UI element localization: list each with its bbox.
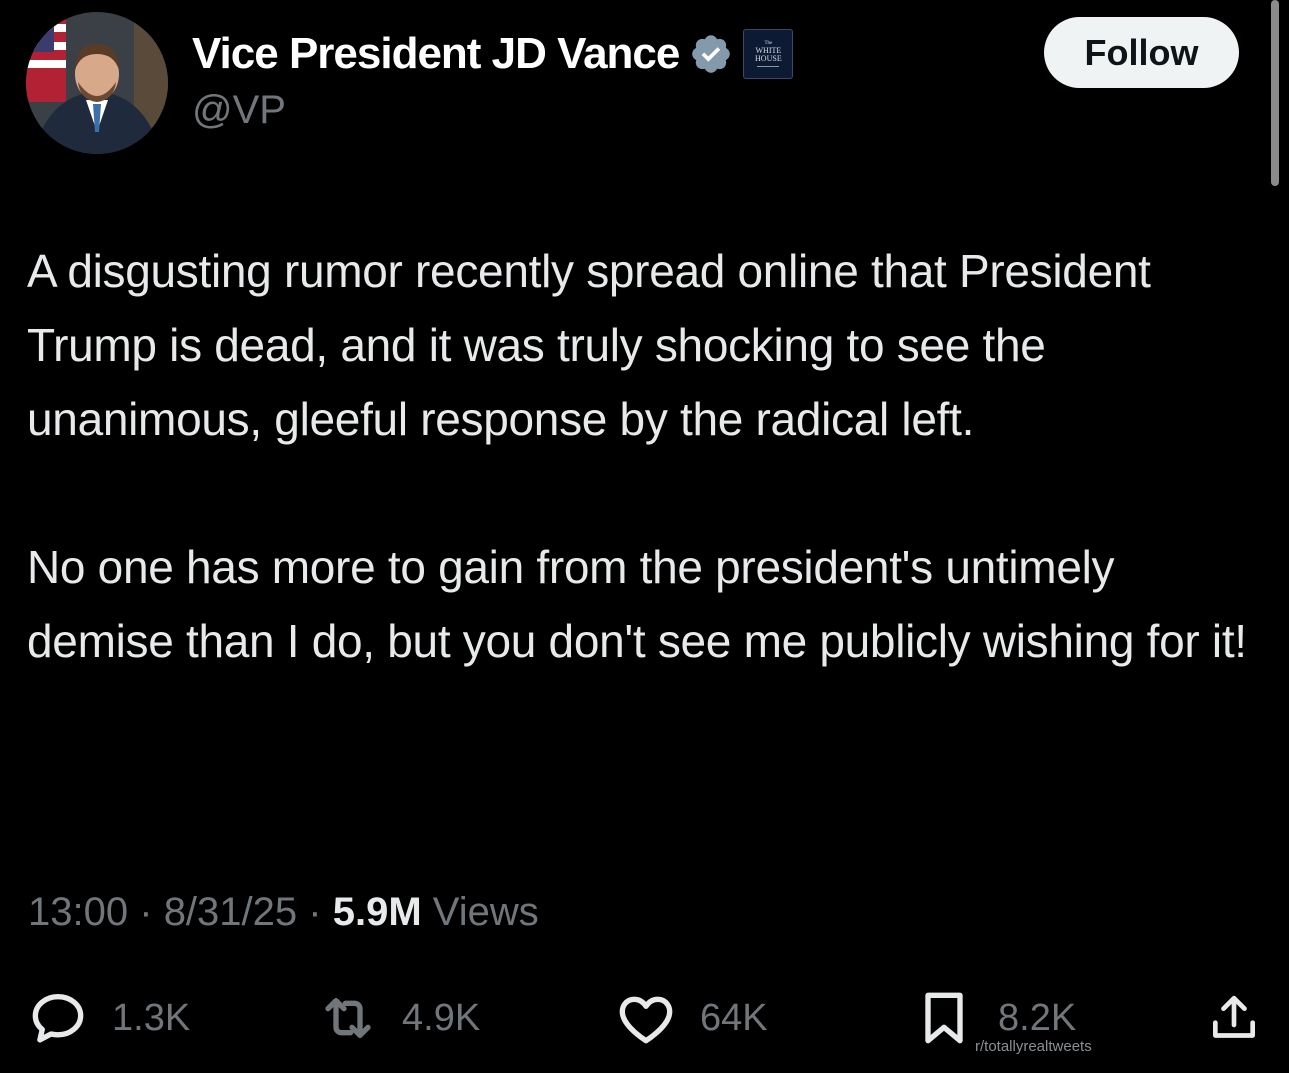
views-label: Views [432, 890, 539, 934]
avatar[interactable] [26, 12, 168, 154]
like-button[interactable]: 64K [614, 986, 768, 1050]
scrollbar[interactable] [1271, 0, 1279, 186]
heart-icon [619, 996, 673, 1044]
white-house-affiliate-badge[interactable]: The WHITE HOUSE [743, 29, 794, 79]
tweet-meta: 13:00 · 8/31/25 · 5.9M Views [28, 890, 539, 935]
follow-button[interactable]: Follow [1044, 17, 1239, 88]
reply-count: 1.3K [112, 996, 191, 1039]
repost-count: 4.9K [402, 996, 481, 1039]
watermark: r/totallyrealtweets [975, 1038, 1092, 1055]
tweet-paragraph: No one has more to gain from the preside… [27, 541, 1247, 667]
author-name-row: Vice President JD Vance The WHITE HOUSE [192, 28, 794, 80]
repost-arrows-icon [325, 998, 371, 1038]
author-display-name[interactable]: Vice President JD Vance [192, 29, 680, 79]
share-upload-icon [1213, 995, 1255, 1038]
affiliate-badge-line3: HOUSE [755, 54, 782, 63]
author-handle[interactable]: @VP [192, 88, 286, 133]
repost-button[interactable]: 4.9K [316, 986, 480, 1050]
meta-separator: · [308, 890, 322, 934]
speech-bubble-icon [32, 994, 84, 1043]
like-count: 64K [700, 996, 768, 1039]
share-button[interactable] [1206, 986, 1262, 1050]
affiliate-badge-rule [757, 66, 780, 67]
bookmark-icon [925, 992, 963, 1044]
reply-button[interactable]: 1.3K [26, 986, 190, 1050]
views-count: 5.9M [332, 890, 422, 934]
tweet-time[interactable]: 13:00 [28, 890, 128, 934]
bookmark-count: 8.2K [998, 996, 1077, 1039]
action-bar: 1.3K 4.9K 64K 8.2K [0, 986, 1289, 1056]
tweet-text: A disgusting rumor recently spread onlin… [27, 234, 1267, 678]
tweet-paragraph: A disgusting rumor recently spread onlin… [27, 245, 1151, 445]
meta-separator: · [139, 890, 153, 934]
verified-badge-icon[interactable] [689, 32, 733, 76]
tweet-date[interactable]: 8/31/25 [164, 890, 297, 934]
